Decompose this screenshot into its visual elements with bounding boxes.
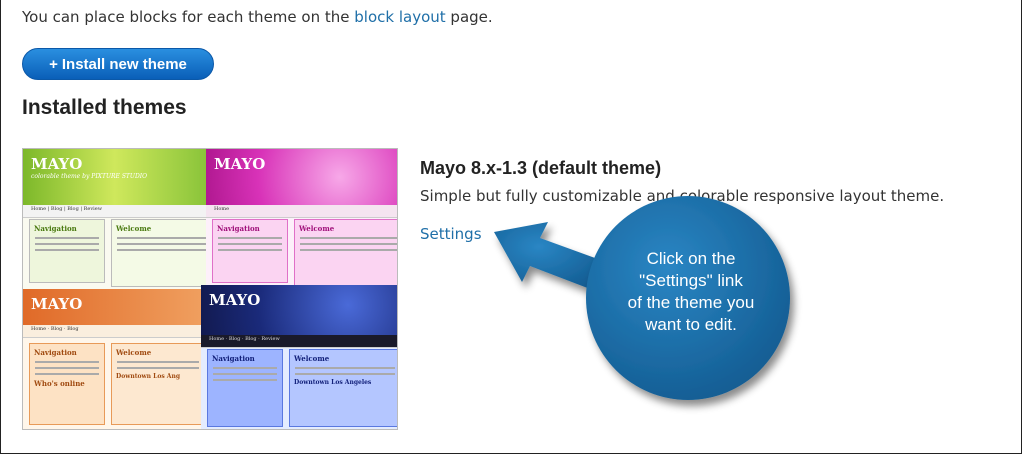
callout-line-1: Click on the bbox=[646, 249, 736, 268]
callout-text: Click on the "Settings" link of the them… bbox=[596, 248, 786, 336]
callout-graphic bbox=[494, 196, 790, 400]
callout-line-2: "Settings" link bbox=[639, 271, 743, 290]
callout-line-4: want to edit. bbox=[645, 315, 737, 334]
callout-line-3: of the theme you bbox=[627, 293, 755, 312]
